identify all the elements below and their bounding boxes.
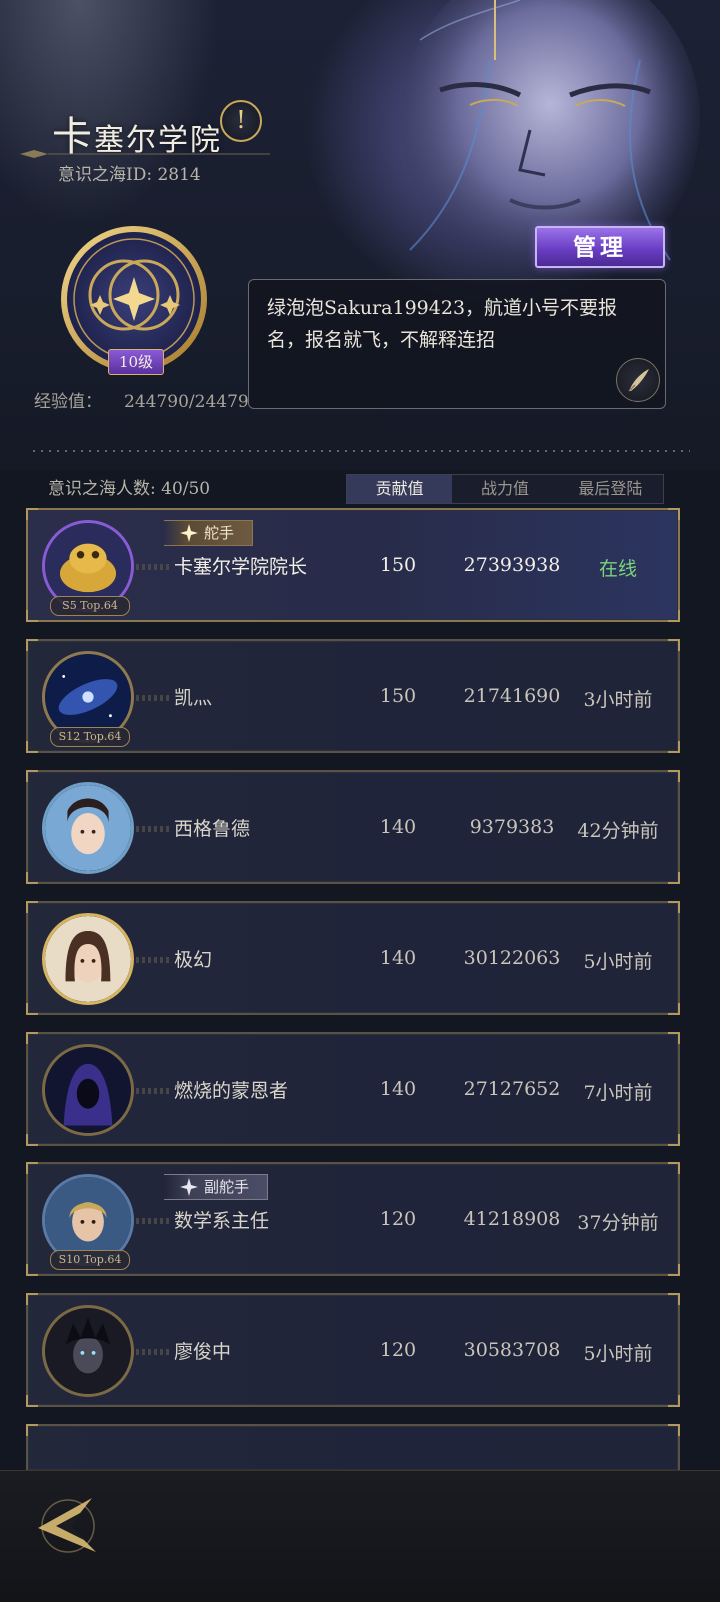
manage-button[interactable]: 管理 [535,226,665,268]
row-connector [136,695,172,701]
member-row[interactable]: S12 Top.64 凯灬 150 21741690 3小时前 [26,639,680,753]
row-connector [136,1218,172,1224]
level-badge: 10级 [108,349,164,375]
member-row-partial[interactable] [26,1424,680,1470]
member-row[interactable]: S10 Top.64 副舵手 数学系主任 120 41218908 37分钟前 [26,1162,680,1276]
member-contribution: 120 [379,1208,417,1230]
member-power: 9379383 [469,816,555,838]
row-connector [136,1088,172,1094]
member-contribution: 140 [379,947,417,969]
member-contribution: 150 [379,554,417,576]
member-last-login: 42分钟前 [577,820,659,842]
row-connector [136,957,172,963]
member-power: 27393938 [463,554,561,576]
member-power: 30122063 [463,947,561,969]
member-name: 西格鲁德 [174,818,251,840]
member-contribution: 140 [379,816,417,838]
row-connector [136,564,172,570]
member-name: 廖俊中 [174,1341,232,1363]
member-last-login: 在线 [598,558,637,580]
back-arrow-icon[interactable] [30,1488,106,1564]
member-name: 卡塞尔学院院长 [174,556,308,578]
member-power: 30583708 [463,1339,561,1361]
title-underline [20,150,270,158]
section-divider [30,450,690,452]
quill-edit-icon[interactable] [616,358,660,402]
row-connector [136,826,172,832]
member-name: 极幻 [174,949,213,971]
member-power: 21741690 [463,685,561,707]
star-icon [180,524,198,542]
star-icon [180,1178,198,1196]
member-avatar[interactable] [42,913,134,1005]
exclamation-icon[interactable]: ! [220,100,262,142]
member-avatar[interactable] [42,1044,134,1136]
member-row[interactable]: 西格鲁德 140 9379383 42分钟前 [26,770,680,884]
sea-id: 意识之海ID: 2814 [58,165,201,185]
member-contribution: 150 [379,685,417,707]
notice-text: 绿泡泡Sakura199423，航道小号不要报名，报名就飞，不解释连招 [267,297,618,351]
member-row[interactable]: 燃烧的蒙恩者 140 27127652 7小时前 [26,1032,680,1146]
tab-contribution[interactable]: 贡献值 [347,475,453,503]
bottom-bar [0,1470,720,1602]
member-row[interactable]: S5 Top.64 舵手 卡塞尔学院院长 150 27393938 在线 [26,508,680,622]
member-name: 数学系主任 [174,1210,270,1232]
row-connector [136,1349,172,1355]
member-contribution: 120 [379,1339,417,1361]
member-last-login: 3小时前 [583,689,653,711]
member-last-login: 7小时前 [583,1082,653,1104]
notice-board: 绿泡泡Sakura199423，航道小号不要报名，报名就飞，不解释连招 [248,279,666,409]
member-power: 41218908 [463,1208,561,1230]
member-contribution: 140 [379,1078,417,1100]
member-count: 意识之海人数: 40/50 [48,479,211,499]
member-name: 燃烧的蒙恩者 [174,1080,289,1102]
season-badge: S5 Top.64 [50,596,130,616]
member-power: 27127652 [463,1078,561,1100]
exp-display: 经验值： 244790/24479 [34,387,249,412]
member-avatar[interactable] [42,782,134,874]
member-avatar[interactable] [42,1305,134,1397]
exp-label: 经验值： [34,392,102,412]
role-tag: 舵手 [164,520,254,546]
tab-power[interactable]: 战力值 [452,475,557,503]
member-last-login: 5小时前 [583,951,653,973]
season-badge: S12 Top.64 [50,727,130,747]
sort-tabs: 贡献值 战力值 最后登陆 [346,474,664,504]
member-name: 凯灬 [174,687,213,709]
season-badge: S10 Top.64 [50,1250,130,1270]
exp-value: 244790/24479 [124,392,249,412]
member-last-login: 37分钟前 [577,1212,659,1234]
member-row[interactable]: 廖俊中 120 30583708 5小时前 [26,1293,680,1407]
tab-last-login[interactable]: 最后登陆 [558,475,663,503]
member-row[interactable]: 极幻 140 30122063 5小时前 [26,901,680,1015]
member-last-login: 5小时前 [583,1343,653,1365]
